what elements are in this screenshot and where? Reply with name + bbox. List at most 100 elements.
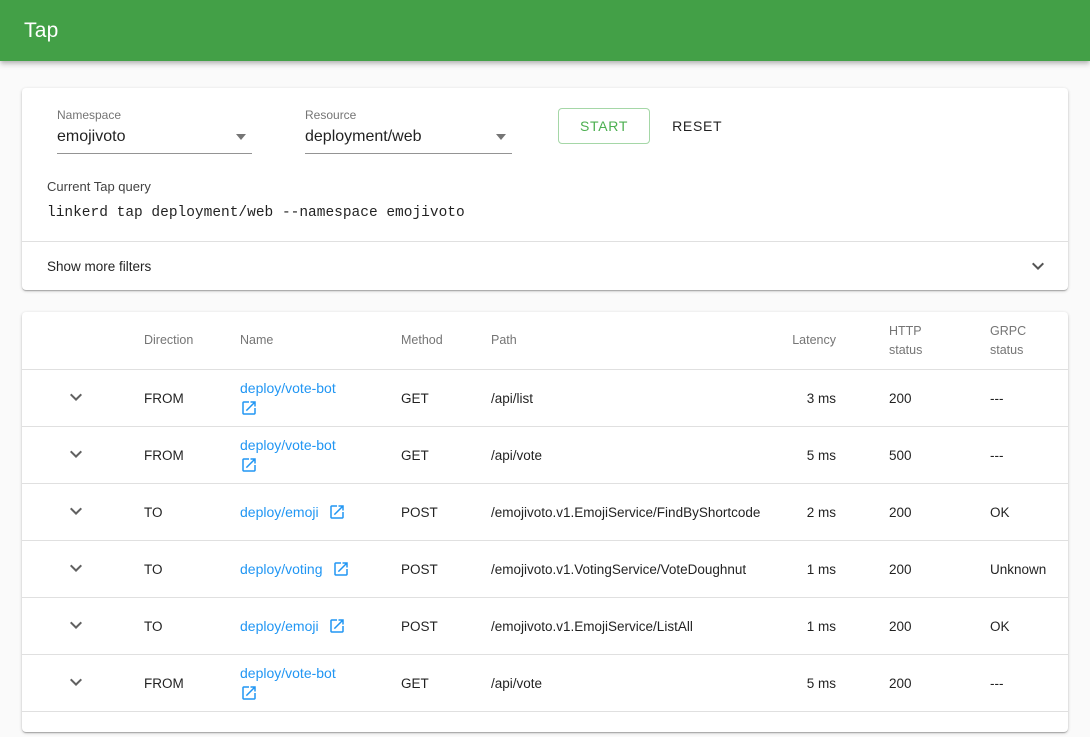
grpc-status-cell: Unknown — [990, 562, 1068, 577]
direction-cell: TO — [144, 619, 240, 634]
path-cell: /emojivoto.v1.EmojiService/ListAll — [491, 619, 756, 634]
latency-cell: 5 ms — [756, 448, 836, 463]
chevron-down-icon[interactable] — [64, 442, 88, 466]
grpc-status-cell: OK — [990, 505, 1068, 520]
open-in-new-icon[interactable] — [328, 617, 346, 635]
resource-label: Resource — [305, 108, 512, 122]
chevron-down-icon[interactable] — [64, 556, 88, 580]
column-header-direction: Direction — [144, 331, 240, 349]
table-body: FROMdeploy/vote-botGET/api/list3 ms200--… — [22, 370, 1068, 712]
table-row: TOdeploy/emoji POST/emojivoto.v1.EmojiSer… — [22, 484, 1068, 541]
name-cell: deploy/emoji — [240, 503, 401, 521]
path-cell: /api/vote — [491, 676, 756, 691]
show-more-filters-toggle[interactable]: Show more filters — [22, 242, 1068, 290]
filters-controls-row: Namespace emojivoto Resource deployment/… — [22, 88, 1068, 154]
name-cell: deploy/emoji — [240, 617, 401, 635]
page-title: Tap — [24, 19, 58, 43]
latency-cell: 1 ms — [756, 619, 836, 634]
namespace-value: emojivoto — [57, 128, 125, 146]
method-cell: POST — [401, 619, 491, 634]
open-in-new-icon[interactable] — [328, 503, 346, 521]
column-header-method: Method — [401, 331, 491, 349]
tap-query-command: linkerd tap deployment/web --namespace e… — [47, 205, 1044, 221]
direction-cell: FROM — [144, 448, 240, 463]
dropdown-arrow-icon — [496, 134, 506, 140]
column-header-latency: Latency — [756, 331, 836, 349]
resource-link[interactable]: deploy/vote-bot — [240, 665, 336, 681]
expand-row-chevron — [22, 499, 144, 526]
method-cell: POST — [401, 505, 491, 520]
show-more-filters-label: Show more filters — [47, 259, 151, 274]
http-status-cell: 200 — [836, 391, 990, 406]
grpc-status-cell: --- — [990, 391, 1068, 406]
method-cell: GET — [401, 448, 491, 463]
tap-filters-card: Namespace emojivoto Resource deployment/… — [22, 88, 1068, 290]
namespace-select-field: Namespace emojivoto — [57, 108, 252, 154]
column-header-grpc-status: GRPC status — [990, 322, 1068, 358]
resource-link[interactable]: deploy/emoji — [240, 618, 319, 634]
http-status-cell: 200 — [836, 505, 990, 520]
chevron-down-icon[interactable] — [64, 385, 88, 409]
latency-cell: 1 ms — [756, 562, 836, 577]
chevron-down-icon[interactable] — [64, 499, 88, 523]
name-cell: deploy/voting — [240, 560, 401, 578]
start-button[interactable]: START — [558, 108, 650, 144]
expand-row-chevron — [22, 613, 144, 640]
reset-button[interactable]: RESET — [650, 109, 744, 143]
method-cell: GET — [401, 391, 491, 406]
resource-link[interactable]: deploy/vote-bot — [240, 380, 336, 396]
path-cell: /api/list — [491, 391, 756, 406]
resource-select[interactable]: deployment/web — [305, 128, 512, 154]
name-cell: deploy/vote-bot — [240, 665, 401, 702]
method-cell: POST — [401, 562, 491, 577]
table-row: FROMdeploy/vote-bot GET/api/list3 ms200--… — [22, 370, 1068, 427]
expand-row-chevron — [22, 556, 144, 583]
chevron-down-icon[interactable] — [64, 670, 88, 694]
query-label: Current Tap query — [47, 179, 1044, 194]
chevron-down-icon[interactable] — [1026, 254, 1050, 278]
expand-row-chevron — [22, 442, 144, 469]
direction-cell: FROM — [144, 391, 240, 406]
http-status-cell: 500 — [836, 448, 990, 463]
latency-cell: 5 ms — [756, 676, 836, 691]
latency-cell: 3 ms — [756, 391, 836, 406]
resource-link[interactable]: deploy/voting — [240, 561, 323, 577]
app-bar: Tap — [0, 0, 1090, 61]
path-cell: /api/vote — [491, 448, 756, 463]
open-in-new-icon[interactable] — [240, 399, 258, 417]
tap-results-card: Direction Name Method Path Latency HTTP … — [22, 312, 1068, 732]
column-header-http-status: HTTP status — [836, 322, 990, 358]
table-row: TOdeploy/votingPOST/emojivoto.v1.VotingS… — [22, 541, 1068, 598]
chevron-down-icon[interactable] — [64, 613, 88, 637]
http-status-cell: 200 — [836, 562, 990, 577]
table-header-row: Direction Name Method Path Latency HTTP … — [22, 312, 1068, 370]
table-row: FROMdeploy/vote-bot GET/api/vote5 ms500--… — [22, 427, 1068, 484]
grpc-status-cell: OK — [990, 619, 1068, 634]
grpc-status-cell: --- — [990, 676, 1068, 691]
path-cell: /emojivoto.v1.EmojiService/FindByShortco… — [491, 505, 756, 520]
table-row: TOdeploy/emoji POST/emojivoto.v1.EmojiSer… — [22, 598, 1068, 655]
direction-cell: TO — [144, 562, 240, 577]
table-row: FROMdeploy/vote-bot GET/api/vote5 ms200--… — [22, 655, 1068, 712]
grpc-status-cell: --- — [990, 448, 1068, 463]
namespace-select[interactable]: emojivoto — [57, 128, 252, 154]
open-in-new-icon[interactable] — [240, 684, 258, 702]
direction-cell: FROM — [144, 676, 240, 691]
latency-cell: 2 ms — [756, 505, 836, 520]
resource-value: deployment/web — [305, 128, 422, 146]
name-cell: deploy/vote-bot — [240, 437, 401, 474]
direction-cell: TO — [144, 505, 240, 520]
open-in-new-icon[interactable] — [240, 456, 258, 474]
current-query-section: Current Tap query linkerd tap deployment… — [22, 154, 1068, 221]
method-cell: GET — [401, 676, 491, 691]
http-status-cell: 200 — [836, 676, 990, 691]
expand-row-chevron — [22, 385, 144, 412]
expand-row-chevron — [22, 670, 144, 697]
open-in-new-icon[interactable] — [332, 560, 350, 578]
resource-select-field: Resource deployment/web — [305, 108, 512, 154]
name-cell: deploy/vote-bot — [240, 380, 401, 417]
column-header-name: Name — [240, 331, 401, 349]
resource-link[interactable]: deploy/emoji — [240, 504, 319, 520]
resource-link[interactable]: deploy/vote-bot — [240, 437, 336, 453]
dropdown-arrow-icon — [236, 134, 246, 140]
